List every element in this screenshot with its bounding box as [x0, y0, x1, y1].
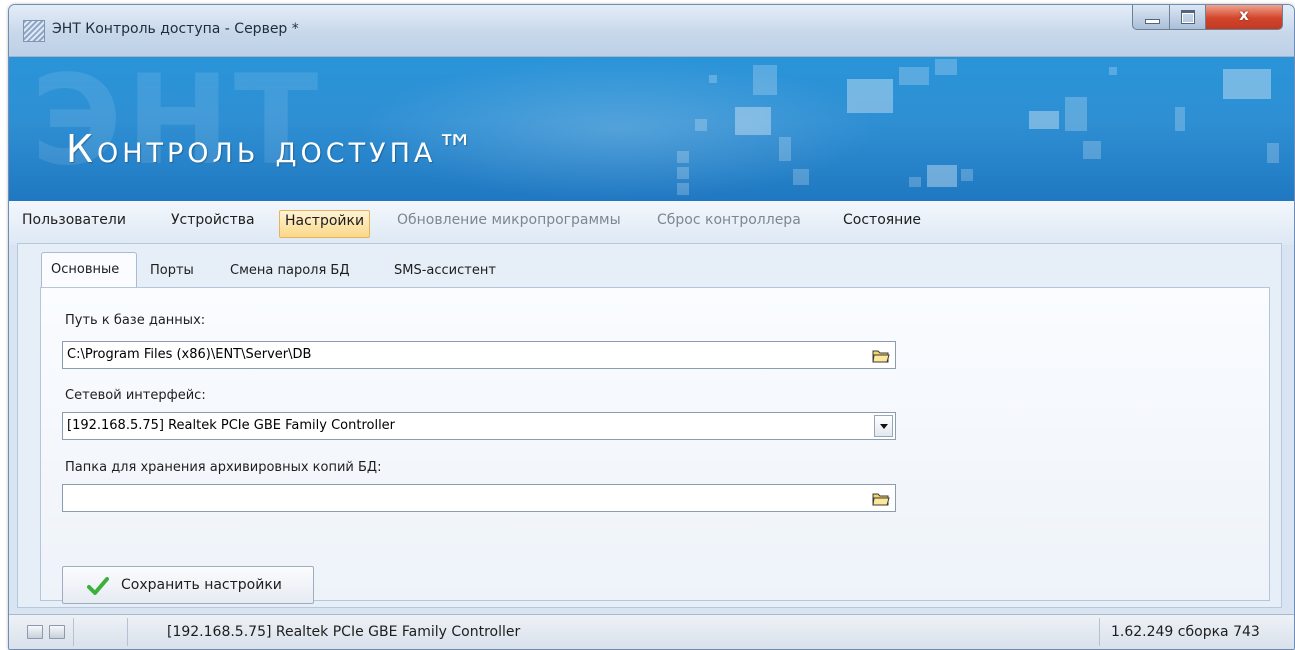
- app-window: ЭНТ Контроль доступа - Сервер * x ЭНТ Ко…: [8, 4, 1295, 650]
- status-version: 1.62.249 сборка 743: [1111, 624, 1260, 640]
- status-indicator-icon: [49, 625, 65, 639]
- backup-folder-label: Папка для хранения архивировных копий БД…: [65, 460, 382, 475]
- maximize-button[interactable]: [1169, 5, 1207, 30]
- tab-sms-assistant-label: SMS-ассистент: [394, 263, 496, 278]
- checkmark-icon: [87, 576, 109, 600]
- chevron-down-icon[interactable]: [874, 415, 893, 437]
- general-settings-panel: Путь к базе данных: C:\Program Files (x8…: [40, 287, 1270, 604]
- network-interface-value: [192.168.5.75] Realtek PCIe GBE Family C…: [67, 418, 396, 433]
- minimize-button[interactable]: [1132, 5, 1171, 30]
- banner-logo-watermark: ЭНТ: [31, 57, 323, 193]
- folder-open-icon[interactable]: [871, 345, 891, 365]
- title-bar[interactable]: ЭНТ Контроль доступа - Сервер * x: [9, 5, 1294, 57]
- tab-general-label: Основные: [51, 262, 120, 277]
- app-icon[interactable]: [23, 20, 45, 42]
- banner-title: Контроль доступа™: [66, 127, 479, 171]
- db-path-label: Путь к базе данных:: [65, 313, 206, 328]
- status-divider: [73, 618, 74, 646]
- banner: ЭНТ Контроль доступа™: [9, 57, 1294, 201]
- network-interface-select[interactable]: [192.168.5.75] Realtek PCIe GBE Family C…: [62, 412, 896, 440]
- main-menu: Пользователи Устройства Настройки Обновл…: [9, 201, 1294, 245]
- status-bar: [192.168.5.75] Realtek PCIe GBE Family C…: [9, 614, 1294, 649]
- menu-item-controller-reset[interactable]: Сброс контроллера: [652, 210, 806, 236]
- menu-item-firmware-update[interactable]: Обновление микропрограммы: [392, 210, 626, 236]
- settings-content: Основные Порты Смена пароля БД SMS-ассис…: [17, 243, 1282, 608]
- tab-db-password-label: Смена пароля БД: [230, 263, 350, 278]
- status-divider: [127, 618, 128, 646]
- save-settings-label: Сохранить настройки: [121, 577, 282, 593]
- network-interface-label: Сетевой интерфейс:: [65, 388, 206, 403]
- tab-ports[interactable]: Порты: [150, 254, 210, 282]
- folder-open-icon[interactable]: [871, 488, 891, 508]
- close-icon: x: [1239, 6, 1249, 24]
- db-path-field[interactable]: C:\Program Files (x86)\ENT\Server\DB: [62, 341, 896, 369]
- status-divider: [1099, 618, 1100, 646]
- menu-item-users[interactable]: Пользователи: [17, 210, 131, 236]
- tab-ports-label: Порты: [150, 263, 194, 278]
- backup-folder-field[interactable]: [62, 484, 896, 512]
- tab-sms-assistant[interactable]: SMS-ассистент: [394, 254, 534, 282]
- status-interface: [192.168.5.75] Realtek PCIe GBE Family C…: [167, 624, 521, 640]
- tab-db-password[interactable]: Смена пароля БД: [230, 254, 376, 282]
- menu-item-status[interactable]: Состояние: [838, 210, 926, 236]
- settings-tabs: Основные Порты Смена пароля БД SMS-ассис…: [18, 244, 1281, 288]
- window-title: ЭНТ Контроль доступа - Сервер *: [52, 21, 299, 37]
- save-settings-button[interactable]: Сохранить настройки: [62, 566, 314, 604]
- status-indicator-icon: [27, 625, 43, 639]
- menu-item-settings[interactable]: Настройки: [279, 210, 371, 238]
- tab-general[interactable]: Основные: [41, 252, 137, 288]
- close-button[interactable]: x: [1205, 5, 1283, 30]
- menu-item-devices[interactable]: Устройства: [166, 210, 260, 236]
- db-path-value: C:\Program Files (x86)\ENT\Server\DB: [67, 347, 312, 362]
